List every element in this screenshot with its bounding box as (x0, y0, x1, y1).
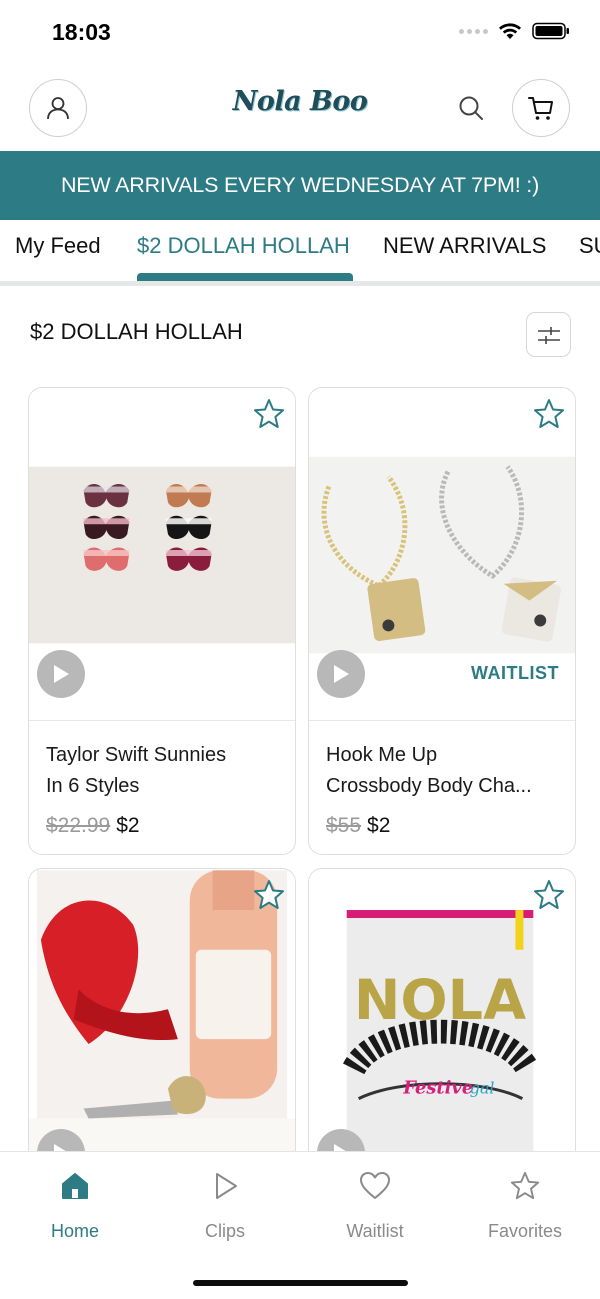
product-image[interactable] (29, 466, 295, 644)
star-icon (254, 880, 284, 909)
tab-new-arrivals[interactable]: NEW ARRIVALS (383, 233, 546, 259)
sale-price: $2 (367, 814, 391, 837)
nav-label: Favorites (487, 1221, 563, 1241)
search-icon (459, 96, 483, 120)
section-title: $2 DOLLAH HOLLAH (30, 319, 243, 344)
category-tabs: My Feed $2 DOLLAH HOLLAH NEW ARRIVALS SU (0, 220, 600, 286)
favorite-button[interactable] (531, 877, 567, 913)
product-title-line: In 6 Styles (46, 775, 140, 797)
home-indicator[interactable] (193, 1280, 408, 1286)
status-time: 18:03 (52, 19, 111, 45)
play-icon (216, 1173, 237, 1199)
search-button[interactable] (455, 92, 487, 124)
status-indicators (459, 22, 570, 40)
product-card[interactable]: Taylor Swift Sunnies In 6 Styles $22.99 $… (28, 387, 296, 855)
product-title-line: Taylor Swift Sunnies (46, 744, 227, 766)
tab-partial[interactable]: SU (579, 233, 600, 259)
app-logo: Nola Boo (232, 86, 368, 117)
card-divider (309, 720, 575, 721)
nav-label: Waitlist (346, 1221, 404, 1241)
favorite-button[interactable] (251, 877, 287, 913)
product-title: Hook Me Up Crossbody Body Cha... (326, 740, 562, 802)
original-price: $55 (326, 814, 362, 837)
play-button[interactable] (37, 650, 85, 698)
banner-text: NEW ARRIVALS EVERY WEDNESDAY AT 7PM! :) (60, 173, 540, 197)
nav-waitlist[interactable]: Waitlist (300, 1168, 450, 1242)
nav-clips[interactable]: Clips (150, 1168, 300, 1242)
tab-2-dollah-hollah[interactable]: $2 DOLLAH HOLLAH (137, 233, 350, 259)
product-image[interactable] (309, 456, 575, 654)
cart-icon (528, 97, 553, 120)
app-header: Nola Boo (0, 70, 600, 148)
profile-button[interactable] (29, 79, 87, 137)
card-divider (29, 720, 295, 721)
play-icon (334, 665, 349, 683)
product-title-line: Hook Me Up (326, 744, 438, 766)
nav-home[interactable]: Home (0, 1168, 150, 1242)
star-icon (534, 880, 564, 909)
product-card[interactable]: WAITLIST Hook Me Up Crossbody Body Cha..… (308, 387, 576, 855)
home-icon (62, 1173, 88, 1199)
price-row: $55 $2 (326, 814, 390, 838)
favorite-button[interactable] (251, 396, 287, 432)
svg-text:gal: gal (470, 1079, 495, 1098)
cart-button[interactable] (512, 79, 570, 137)
star-icon (254, 399, 284, 428)
star-icon (510, 1171, 540, 1200)
wifi-icon (499, 23, 521, 39)
bottom-navigation: Home Clips Waitlist Favorites (0, 1151, 600, 1299)
active-tab-indicator (137, 273, 353, 281)
announcement-banner[interactable]: NEW ARRIVALS EVERY WEDNESDAY AT 7PM! :) (0, 151, 600, 220)
play-icon (54, 665, 69, 683)
star-icon (534, 399, 564, 428)
svg-text:Festive: Festive (402, 1078, 473, 1099)
sliders-icon (537, 326, 560, 344)
product-title: Taylor Swift Sunnies In 6 Styles (46, 740, 282, 802)
cellular-signal-icon (459, 28, 488, 34)
nav-label: Clips (204, 1221, 245, 1241)
waitlist-badge[interactable]: WAITLIST (471, 663, 559, 684)
original-price: $22.99 (46, 814, 111, 837)
filter-button[interactable] (526, 312, 571, 357)
sale-price: $2 (116, 814, 140, 837)
user-icon (47, 97, 69, 120)
play-button[interactable] (317, 650, 365, 698)
status-bar: 18:03 (0, 0, 600, 64)
heart-icon (360, 1172, 390, 1199)
nav-favorites[interactable]: Favorites (450, 1168, 600, 1242)
nav-label: Home (50, 1221, 99, 1241)
product-title-line: Crossbody Body Cha... (326, 775, 532, 797)
price-row: $22.99 $2 (46, 814, 140, 838)
tab-my-feed[interactable]: My Feed (15, 233, 101, 259)
svg-text:NOLA: NOLA (354, 968, 526, 1033)
battery-icon (532, 22, 569, 40)
favorite-button[interactable] (531, 396, 567, 432)
